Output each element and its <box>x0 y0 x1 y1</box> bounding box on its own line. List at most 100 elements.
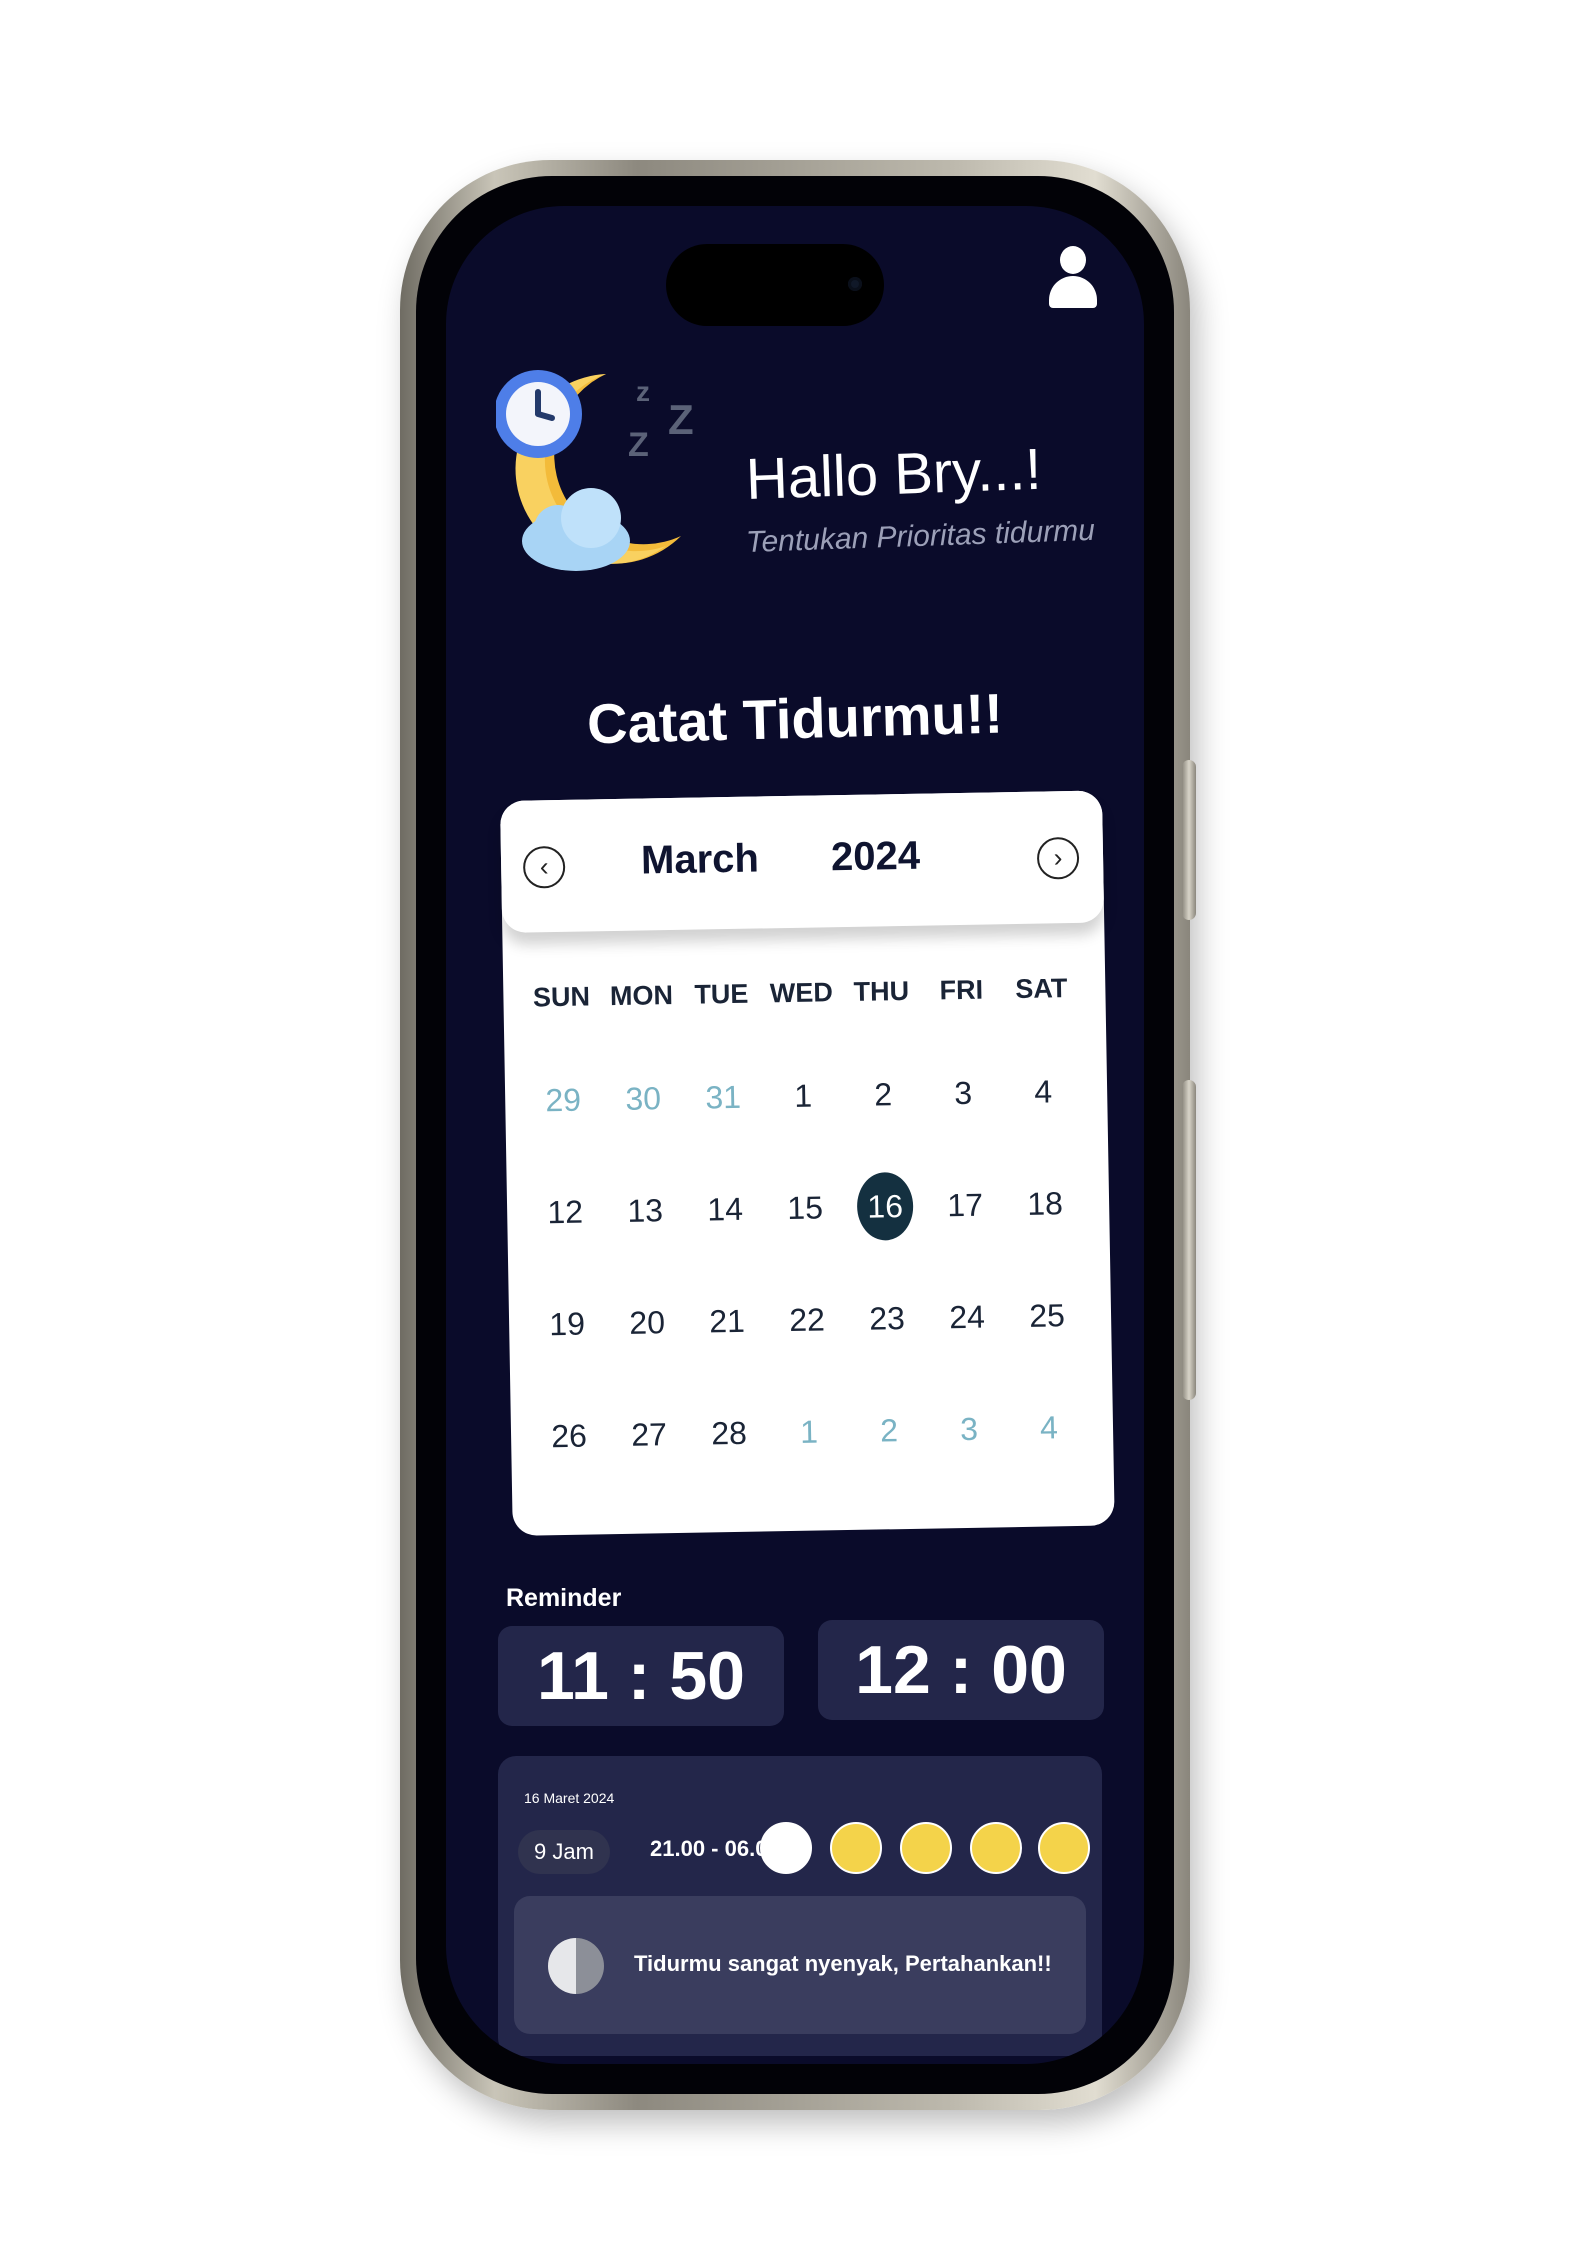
phone-frame: z Z Z Hallo Bry...! Tentukan Prioritas t… <box>400 160 1196 2110</box>
calendar-day-number: 16 <box>856 1171 914 1241</box>
dynamic-island <box>666 244 884 326</box>
calendar-day-number: 21 <box>709 1302 746 1340</box>
svg-text:Z: Z <box>628 426 649 464</box>
calendar-day[interactable]: 18 <box>1005 1173 1087 1286</box>
calendar-day-number: 2 <box>879 1412 899 1449</box>
calendar-header: ‹ March 2024 › <box>500 790 1105 933</box>
calendar-day[interactable]: 12 <box>525 1181 607 1294</box>
app-screen: z Z Z Hallo Bry...! Tentukan Prioritas t… <box>446 206 1144 2064</box>
moon-icon <box>548 1938 604 1994</box>
calendar-day-number: 3 <box>959 1410 979 1448</box>
calendar-day[interactable]: 1 <box>769 1401 851 1514</box>
calendar-day[interactable]: 2 <box>843 1064 925 1177</box>
duration-badge: 9 Jam <box>518 1830 610 1874</box>
calendar-day[interactable]: 19 <box>527 1293 609 1406</box>
calendar-day-number: 19 <box>549 1305 586 1343</box>
weekday-label: MON <box>609 980 674 1012</box>
calendar-grid: 29 30 31 1 2 3 4 12 13 14 15 16 17 18 19 20 21 22 23 24 25 26… <box>523 1061 1091 1519</box>
calendar-day[interactable]: 4 <box>1009 1397 1091 1510</box>
calendar-day[interactable]: 27 <box>609 1404 691 1517</box>
calendar-year[interactable]: 2024 <box>831 834 921 881</box>
calendar-month[interactable]: March <box>641 836 760 883</box>
bezel: z Z Z Hallo Bry...! Tentukan Prioritas t… <box>416 176 1174 2094</box>
calendar-day-number: 28 <box>710 1414 748 1452</box>
side-button <box>1182 1080 1196 1400</box>
injured-mood-icon[interactable] <box>830 1822 882 1874</box>
reminder-time-start[interactable]: 11 : 50 <box>498 1626 784 1726</box>
calendar-day[interactable]: 4 <box>1003 1061 1085 1174</box>
camera-icon <box>848 277 862 291</box>
weekday-label: SUN <box>532 981 591 1013</box>
calendar-day[interactable]: 21 <box>687 1290 769 1403</box>
calendar-day[interactable]: 1 <box>763 1065 845 1178</box>
calendar-day[interactable]: 15 <box>765 1177 847 1290</box>
chevron-left-icon[interactable]: ‹ <box>522 845 566 889</box>
calendar-day[interactable]: 20 <box>607 1292 689 1405</box>
reminder-time-end[interactable]: 12 : 00 <box>818 1620 1104 1720</box>
calendar-day-number: 17 <box>947 1186 984 1224</box>
calendar-day[interactable]: 25 <box>1007 1285 1089 1398</box>
calendar-week-row: 26 27 28 1 2 3 4 <box>529 1397 1091 1519</box>
calendar-day-number: 2 <box>873 1076 893 1113</box>
sleeping-mood-icon[interactable] <box>760 1822 812 1874</box>
calendar-day-number: 1 <box>793 1077 813 1114</box>
calendar-day[interactable]: 17 <box>925 1174 1007 1287</box>
calendar-week-row: 12 13 14 15 16 17 18 <box>525 1171 1087 1295</box>
calendar-day[interactable]: 3 <box>929 1398 1011 1511</box>
svg-text:z: z <box>636 376 650 407</box>
chevron-right-icon[interactable]: › <box>1036 836 1080 880</box>
calendar-day-number: 24 <box>948 1298 986 1336</box>
reminder-label: Reminder <box>506 1584 622 1612</box>
calendar-day-number: 29 <box>545 1081 582 1119</box>
calendar-day[interactable]: 13 <box>605 1180 687 1293</box>
calendar-day-number: 27 <box>630 1416 668 1453</box>
weekday-label: SAT <box>1015 973 1068 1005</box>
weekday-label: TUE <box>694 978 749 1010</box>
calendar-day-number: 4 <box>1039 1409 1059 1446</box>
sad-mood-icon[interactable] <box>970 1822 1022 1874</box>
weekday-label: FRI <box>939 974 984 1006</box>
calendar-day-number: 22 <box>788 1301 826 1339</box>
svg-text:Z: Z <box>668 396 694 443</box>
calendar-day[interactable]: 14 <box>685 1178 767 1291</box>
calendar-day-number: 25 <box>1028 1297 1066 1334</box>
calendar-week-row: 29 30 31 1 2 3 4 <box>523 1061 1085 1183</box>
calendar-day-selected[interactable]: 16 <box>845 1171 927 1289</box>
calendar: ‹ March 2024 › SUN MON TUE WED THU FRI S… <box>500 790 1115 1536</box>
calendar-day-number: 15 <box>787 1189 824 1227</box>
tired-mood-icon[interactable] <box>1038 1822 1090 1874</box>
calendar-day-number: 31 <box>705 1078 742 1116</box>
calendar-day-number: 23 <box>868 1300 906 1337</box>
calendar-day[interactable]: 22 <box>767 1289 849 1402</box>
sleep-moon-clock-icon: z Z Z <box>496 370 694 571</box>
calendar-day[interactable]: 29 <box>523 1069 605 1182</box>
calendar-day-number: 4 <box>1033 1073 1053 1110</box>
calendar-day[interactable]: 3 <box>923 1062 1005 1175</box>
calendar-day-number: 3 <box>953 1074 973 1112</box>
calendar-day[interactable]: 2 <box>849 1400 931 1513</box>
calendar-day-number: 26 <box>550 1417 588 1455</box>
weekday-row: SUN MON TUE WED THU FRI SAT <box>521 973 1081 1014</box>
calendar-day[interactable]: 31 <box>683 1066 765 1179</box>
calendar-day-number: 13 <box>627 1192 664 1229</box>
greeting-text: Hallo Bry...! <box>744 436 1043 512</box>
feedback-text: Tidurmu sangat nyenyak, Pertahankan!! <box>634 1951 1052 1976</box>
calendar-day[interactable]: 30 <box>603 1068 685 1181</box>
calendar-day-number: 12 <box>547 1193 584 1231</box>
calendar-day-number: 20 <box>629 1304 666 1341</box>
calendar-day[interactable]: 23 <box>847 1288 929 1401</box>
history-date: 16 Maret 2024 <box>524 1790 615 1806</box>
calendar-week-row: 19 20 21 22 23 24 25 <box>527 1285 1089 1407</box>
weekday-label: WED <box>769 977 834 1009</box>
user-icon[interactable] <box>1047 246 1099 310</box>
calendar-day[interactable]: 28 <box>689 1402 771 1515</box>
sleep-history-card[interactable]: 16 Maret 2024 9 Jam 21.00 - 06.00 Tidurm… <box>498 1756 1102 2056</box>
calendar-day-number: 30 <box>625 1080 662 1117</box>
sick-mood-icon[interactable] <box>900 1822 952 1874</box>
calendar-day-number: 18 <box>1027 1185 1064 1222</box>
side-button <box>1182 760 1196 920</box>
greeting-subtitle: Tentukan Prioritas tidurmu <box>745 513 1096 559</box>
calendar-day[interactable]: 24 <box>927 1286 1009 1399</box>
sleep-feedback: Tidurmu sangat nyenyak, Pertahankan!! <box>514 1896 1086 2034</box>
calendar-day[interactable]: 26 <box>529 1405 611 1518</box>
